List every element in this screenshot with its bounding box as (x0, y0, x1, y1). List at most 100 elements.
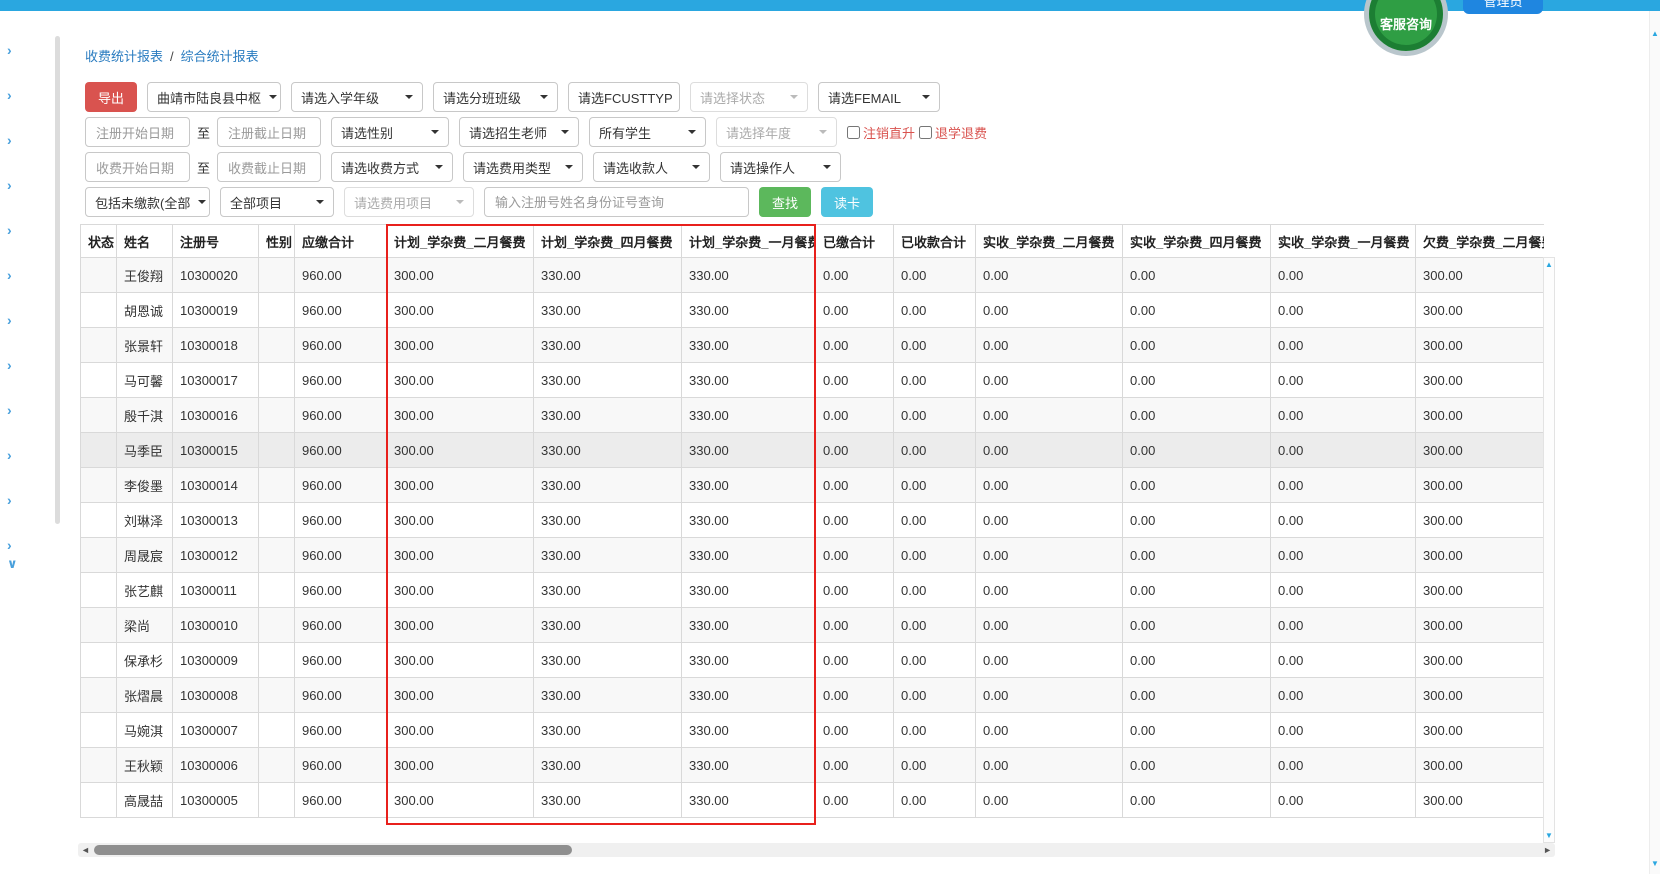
table-row[interactable]: 王秋颖10300006960.00300.00330.00330.000.000… (81, 748, 1545, 783)
table-cell: 王秋颖 (117, 748, 173, 783)
scroll-down-icon[interactable]: ▼ (1651, 859, 1659, 868)
admin-button[interactable]: 管理员 (1463, 0, 1543, 14)
table-row[interactable]: 周晟宸10300012960.00300.00330.00330.000.000… (81, 538, 1545, 573)
scroll-right-icon[interactable]: ► (1543, 845, 1552, 855)
filter-row-2: 注册开始日期 至 注册截止日期 请选性别 请选招生老师 所有学生 请选择年度 注… (85, 117, 987, 147)
table-cell: 330.00 (682, 258, 816, 293)
breadcrumb-separator: / (170, 49, 174, 64)
fee-item-select[interactable]: 请选费用项目 (344, 187, 474, 217)
sidebar-chevron-icon[interactable]: › (7, 491, 75, 509)
table-row[interactable]: 梁尚10300010960.00300.00330.00330.000.000.… (81, 608, 1545, 643)
breadcrumb-parent-link[interactable]: 收费统计报表 (85, 49, 163, 64)
sidebar-chevron-icon[interactable]: › (7, 536, 75, 554)
scroll-up-icon[interactable]: ▲ (1545, 260, 1553, 269)
cancel-direct-checkbox[interactable]: 注销直升 (847, 123, 915, 142)
include-unpaid-select[interactable]: 包括未缴款(全部 (85, 187, 210, 217)
table-row[interactable]: 王俊翔10300020960.00300.00330.00330.000.000… (81, 258, 1545, 293)
table-cell: 960.00 (295, 398, 387, 433)
read-card-button[interactable]: 读卡 (821, 187, 873, 217)
sidebar-chevron-icon[interactable]: › (7, 131, 75, 149)
scroll-left-icon[interactable]: ◄ (81, 845, 90, 855)
search-input[interactable] (484, 187, 749, 217)
table-cell: 0.00 (1271, 783, 1416, 818)
withdraw-refund-checkbox-input[interactable] (919, 126, 932, 139)
filter-row-1: 导出 曲靖市陆良县中枢 请选入学年级 请选分班班级 请选FCUSTTYP 请选择… (85, 82, 987, 112)
sidebar-chevron-icon[interactable]: › (7, 266, 75, 284)
table-cell: 0.00 (816, 713, 894, 748)
withdraw-refund-checkbox[interactable]: 退学退费 (919, 123, 987, 142)
sidebar-chevron-icon[interactable]: › (7, 401, 75, 419)
table-cell: 960.00 (295, 643, 387, 678)
register-end-date-input[interactable]: 注册截止日期 (217, 117, 321, 147)
gender-select[interactable]: 请选性别 (331, 117, 449, 147)
table-cell (81, 538, 117, 573)
sidebar-chevron-icon[interactable]: › (7, 221, 75, 239)
scroll-up-icon[interactable]: ▲ (1651, 29, 1659, 38)
fee-start-date-input[interactable]: 收费开始日期 (85, 152, 190, 182)
table-row[interactable]: 刘琳泽10300013960.00300.00330.00330.000.000… (81, 503, 1545, 538)
table-cell: 0.00 (1123, 678, 1271, 713)
all-items-select[interactable]: 全部项目 (220, 187, 334, 217)
scroll-down-icon[interactable]: ▼ (1545, 831, 1553, 840)
search-button[interactable]: 查找 (759, 187, 811, 217)
register-start-date-input[interactable]: 注册开始日期 (85, 117, 190, 147)
export-button[interactable]: 导出 (85, 82, 137, 112)
year-select[interactable]: 请选择年度 (716, 117, 837, 147)
table-cell: 张熠晨 (117, 678, 173, 713)
fee-end-date-input[interactable]: 收费截止日期 (217, 152, 321, 182)
table-cell: 10300007 (173, 713, 259, 748)
table-cell: 0.00 (816, 258, 894, 293)
breadcrumb-current-link[interactable]: 综合统计报表 (181, 49, 259, 64)
table-row[interactable]: 高晟喆10300005960.00300.00330.00330.000.000… (81, 783, 1545, 818)
table-vertical-scrollbar[interactable]: ▲ ▼ (1543, 257, 1555, 843)
table-cell: 300.00 (387, 503, 534, 538)
table-cell: 马季臣 (117, 433, 173, 468)
table-row[interactable]: 殷千淇10300016960.00300.00330.00330.000.000… (81, 398, 1545, 433)
table-cell: 0.00 (894, 573, 976, 608)
status-select[interactable]: 请选择状态 (690, 82, 808, 112)
sidebar-chevron-icon[interactable]: › (7, 446, 75, 464)
all-items-label: 全部项目 (230, 193, 282, 212)
recruit-teacher-select[interactable]: 请选招生老师 (459, 117, 579, 147)
cancel-direct-checkbox-input[interactable] (847, 126, 860, 139)
enrollment-grade-select[interactable]: 请选入学年级 (291, 82, 423, 112)
sidebar-chevron-icon[interactable]: › (7, 41, 75, 59)
table-cell: 300.00 (1416, 608, 1545, 643)
column-header: 姓名 (117, 225, 173, 258)
table-row[interactable]: 张景轩10300018960.00300.00330.00330.000.000… (81, 328, 1545, 363)
table-row[interactable]: 马季臣10300015960.00300.00330.00330.000.000… (81, 433, 1545, 468)
fcusttyp-select[interactable]: 请选FCUSTTYP (568, 82, 680, 112)
table-row[interactable]: 张艺麒10300011960.00300.00330.00330.000.000… (81, 573, 1545, 608)
sidebar-chevron-icon[interactable]: › (7, 311, 75, 329)
table-cell: 0.00 (894, 608, 976, 643)
femail-select[interactable]: 请选FEMAIL (818, 82, 940, 112)
sidebar-expand-icon[interactable]: ∨ (0, 556, 75, 572)
operator-select[interactable]: 请选操作人 (720, 152, 841, 182)
caret-down-icon (823, 165, 831, 169)
table-cell: 300.00 (1416, 503, 1545, 538)
pay-method-select[interactable]: 请选收费方式 (331, 152, 453, 182)
customer-service-button[interactable]: 客服咨询 (1364, 0, 1448, 56)
sidebar-chevron-icon[interactable]: › (7, 176, 75, 194)
sidebar-scrollbar[interactable] (55, 36, 60, 524)
table-row[interactable]: 马婉淇10300007960.00300.00330.00330.000.000… (81, 713, 1545, 748)
payee-select[interactable]: 请选收款人 (593, 152, 710, 182)
sidebar-chevron-icon[interactable]: › (7, 86, 75, 104)
sidebar-chevron-icon[interactable]: › (7, 356, 75, 374)
page-vertical-scrollbar[interactable]: ▲ ▼ (1649, 11, 1660, 874)
column-header: 实收_学杂费_四月餐费 (1123, 225, 1271, 258)
horizontal-scroll-thumb[interactable] (94, 845, 572, 855)
table-row[interactable]: 胡恩诚10300019960.00300.00330.00330.000.000… (81, 293, 1545, 328)
student-scope-select[interactable]: 所有学生 (589, 117, 706, 147)
table-row[interactable]: 保承杉10300009960.00300.00330.00330.000.000… (81, 643, 1545, 678)
class-select[interactable]: 请选分班班级 (433, 82, 558, 112)
table-cell: 0.00 (976, 538, 1123, 573)
table-horizontal-scrollbar[interactable]: ◄ ► (78, 843, 1555, 857)
table-row[interactable]: 马可馨10300017960.00300.00330.00330.000.000… (81, 363, 1545, 398)
table-cell (259, 468, 295, 503)
table-cell: 李俊墨 (117, 468, 173, 503)
fee-type-select[interactable]: 请选费用类型 (463, 152, 583, 182)
table-row[interactable]: 张熠晨10300008960.00300.00330.00330.000.000… (81, 678, 1545, 713)
table-row[interactable]: 李俊墨10300014960.00300.00330.00330.000.000… (81, 468, 1545, 503)
school-select[interactable]: 曲靖市陆良县中枢 (147, 82, 281, 112)
